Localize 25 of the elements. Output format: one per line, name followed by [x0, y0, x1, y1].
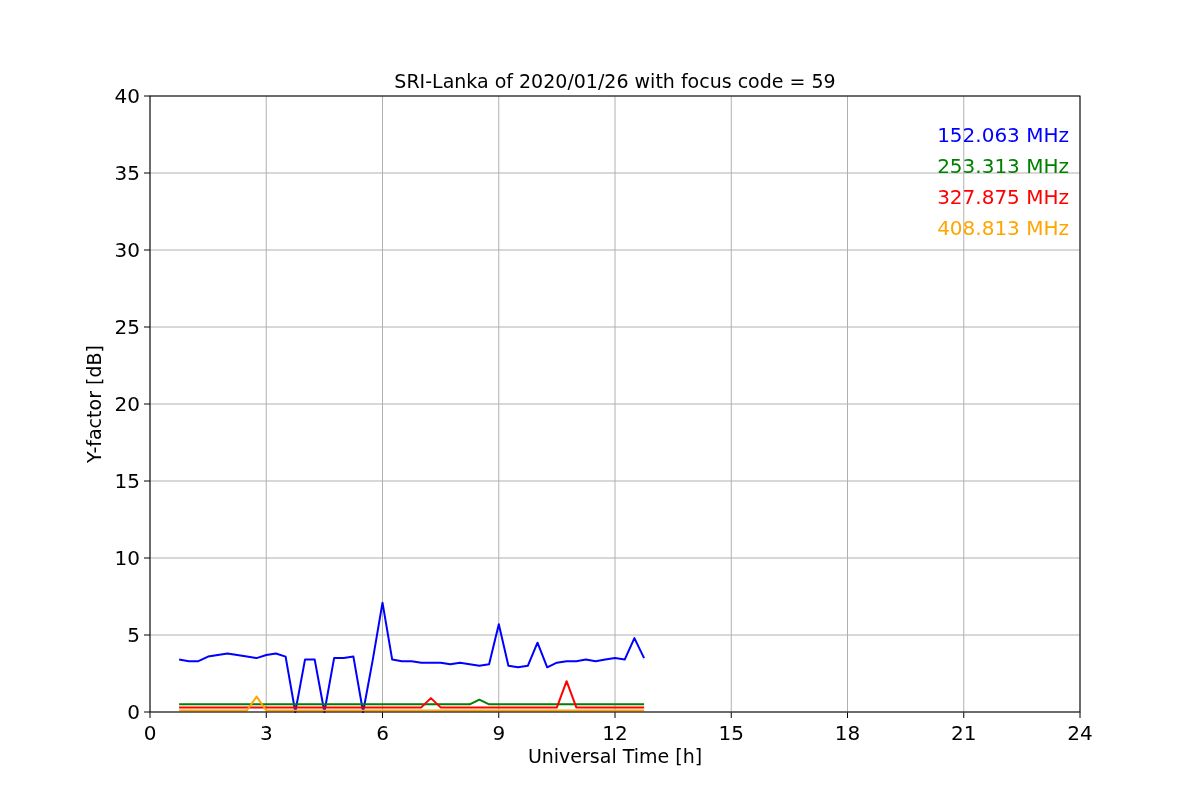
x-tick-label: 3 [259, 721, 273, 745]
legend-label: 152.063 MHz [937, 123, 1069, 147]
y-tick-label: 35 [114, 161, 140, 185]
y-tick-label: 30 [114, 238, 140, 262]
chart-title: SRI-Lanka of 2020/01/26 with focus code = 59 [394, 70, 836, 92]
legend-label: 327.875 MHz [937, 185, 1069, 209]
x-tick-label: 18 [834, 721, 861, 745]
x-tick-label: 6 [376, 721, 389, 745]
legend-label: 408.813 MHz [937, 216, 1069, 240]
x-tick-label: 21 [951, 721, 977, 745]
x-axis-label: Universal Time [h] [527, 745, 703, 767]
y-axis-label: Y-factor [dB] [83, 345, 105, 463]
legend-label: 253.313 MHz [937, 154, 1069, 178]
y-tick-label: 20 [114, 392, 140, 416]
x-tick-label: 24 [1067, 721, 1093, 745]
y-tick-label: 10 [114, 546, 140, 570]
y-tick-label: 25 [114, 315, 140, 339]
y-tick-label: 5 [127, 623, 140, 647]
y-tick-label: 40 [114, 84, 140, 108]
y-tick-label: 15 [114, 469, 140, 493]
x-tick-label: 9 [492, 721, 506, 745]
x-tick-label: 15 [718, 721, 744, 745]
y-tick-label: 0 [127, 700, 140, 724]
x-tick-label: 0 [143, 721, 157, 745]
x-tick-label: 12 [602, 721, 628, 745]
